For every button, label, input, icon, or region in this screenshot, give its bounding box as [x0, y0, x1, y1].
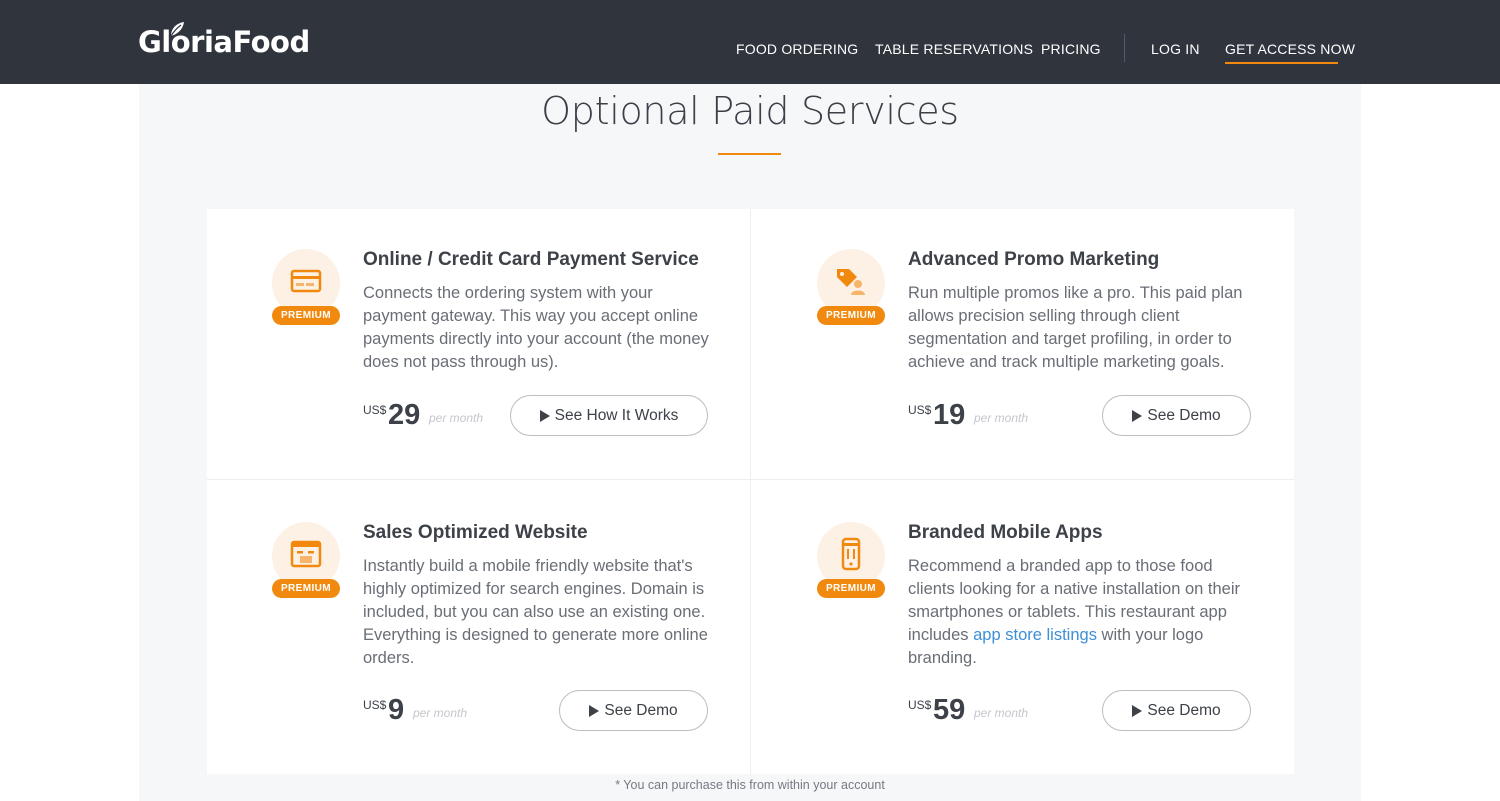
nav-divider [1124, 34, 1125, 62]
premium-badge: PREMIUM [817, 579, 885, 598]
title-underline [718, 153, 781, 155]
price-currency: US$ [908, 698, 932, 712]
app-store-listings-link[interactable]: app store listings [973, 626, 1097, 644]
button-label: See Demo [1147, 701, 1221, 719]
price-amount: 19 [933, 399, 966, 431]
price-amount: 29 [388, 399, 421, 431]
play-icon [589, 704, 600, 717]
nav-log-in[interactable]: LOG IN [1151, 38, 1200, 60]
service-title: Advanced Promo Marketing [908, 249, 1160, 270]
price-currency: US$ [363, 698, 387, 712]
nav-table-reservations[interactable]: TABLE RESERVATIONS [875, 38, 1033, 60]
price-period: per month [974, 411, 1029, 425]
see-demo-button[interactable]: See Demo [559, 690, 708, 731]
service-title: Sales Optimized Website [363, 522, 588, 543]
see-demo-button[interactable]: See Demo [1102, 395, 1251, 436]
price-amount: 9 [388, 694, 405, 726]
main-nav: FOOD ORDERING TABLE RESERVATIONS PRICING… [0, 38, 1500, 62]
page-title: Optional Paid Services [541, 89, 959, 133]
play-icon [539, 409, 550, 422]
premium-badge: PREMIUM [817, 306, 885, 325]
premium-badge: PREMIUM [272, 579, 340, 598]
premium-badge: PREMIUM [272, 306, 340, 325]
grid-horizontal-divider [207, 479, 1294, 480]
nav-pricing[interactable]: PRICING [1041, 38, 1101, 60]
leaf-icon [170, 22, 184, 37]
button-label: See Demo [1147, 406, 1221, 424]
service-description: Instantly build a mobile friendly websit… [363, 557, 708, 667]
price-currency: US$ [363, 403, 387, 417]
price-period: per month [974, 706, 1029, 720]
service-title: Branded Mobile Apps [908, 522, 1103, 543]
grid-vertical-divider [750, 209, 751, 774]
active-nav-underline [1225, 62, 1338, 64]
service-description: Run multiple promos like a pro. This pai… [908, 284, 1243, 371]
service-price: US$ 9 per month [363, 692, 493, 732]
service-description: Connects the ordering system with your p… [363, 284, 709, 371]
price-period: per month [413, 706, 468, 720]
service-title: Online / Credit Card Payment Service [363, 249, 699, 270]
service-description: Recommend a branded app to those food cl… [908, 555, 1256, 670]
price-period: per month [429, 411, 484, 425]
service-price: US$ 19 per month [908, 397, 1048, 437]
nav-food-ordering[interactable]: FOOD ORDERING [736, 38, 858, 60]
nav-get-access-now[interactable]: GET ACCESS NOW [1225, 38, 1355, 60]
service-price: US$ 59 per month [908, 692, 1048, 732]
button-label: See How It Works [554, 406, 679, 424]
see-demo-button[interactable]: See Demo [1102, 690, 1251, 731]
see-how-it-works-button[interactable]: See How It Works [510, 395, 708, 436]
price-amount: 59 [933, 694, 966, 726]
purchase-footnote: * You can purchase this from within your… [615, 778, 885, 792]
price-currency: US$ [908, 403, 932, 417]
button-label: See Demo [604, 701, 678, 719]
play-icon [1132, 409, 1143, 422]
service-price: US$ 29 per month [363, 397, 503, 437]
play-icon [1132, 704, 1143, 717]
